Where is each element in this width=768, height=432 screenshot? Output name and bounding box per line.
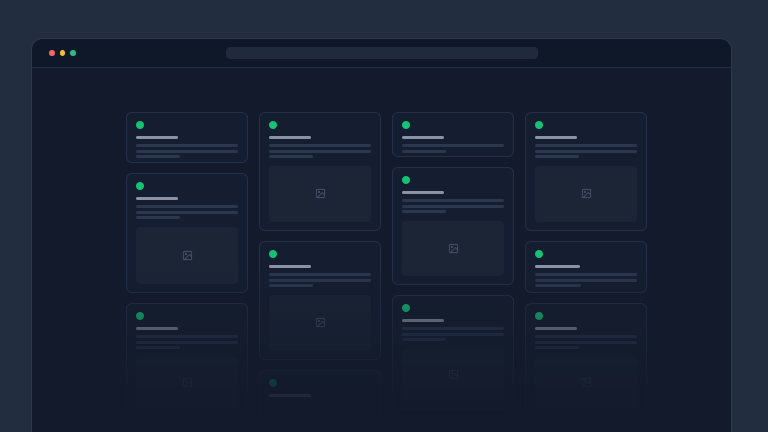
image-icon	[448, 369, 459, 380]
image-placeholder	[269, 166, 371, 223]
image-icon	[315, 317, 326, 328]
board-column	[392, 112, 514, 409]
image-placeholder	[402, 221, 504, 277]
skeleton-title	[535, 136, 577, 139]
skeleton-line	[535, 144, 637, 147]
skeleton-line	[535, 346, 579, 349]
minimize-window-button[interactable]	[60, 50, 66, 56]
skeleton-line	[402, 327, 504, 330]
skeleton-line	[535, 273, 637, 276]
feed-card[interactable]	[126, 173, 248, 293]
skeleton-line	[136, 150, 238, 153]
skeleton-line	[535, 335, 637, 338]
skeleton-title	[269, 136, 311, 139]
skeleton-line	[402, 205, 504, 208]
status-dot	[136, 182, 144, 190]
skeleton-title	[136, 136, 178, 139]
feed-card[interactable]	[259, 241, 381, 360]
board-column	[525, 112, 647, 417]
image-placeholder	[402, 349, 504, 401]
traffic-lights	[49, 50, 76, 56]
status-dot	[136, 312, 144, 320]
status-dot	[535, 250, 543, 258]
status-dot	[535, 121, 543, 129]
skeleton-line	[136, 346, 180, 349]
feed-card[interactable]	[126, 112, 248, 163]
skeleton-line	[136, 335, 238, 338]
skeleton-line	[402, 144, 504, 147]
skeleton-line	[136, 216, 180, 219]
skeleton-line	[402, 210, 446, 213]
feed-card[interactable]	[392, 295, 514, 409]
status-dot	[269, 379, 277, 387]
image-icon	[581, 188, 592, 199]
image-icon	[448, 243, 459, 254]
skeleton-title	[269, 394, 311, 397]
feed-card[interactable]	[126, 303, 248, 417]
feed-card[interactable]	[525, 112, 647, 231]
status-dot	[136, 121, 144, 129]
status-dot	[402, 121, 410, 129]
skeleton-line	[535, 279, 637, 282]
skeleton-line	[269, 155, 313, 158]
url-bar[interactable]	[226, 47, 538, 59]
card-board	[32, 68, 731, 430]
skeleton-line	[535, 155, 579, 158]
skeleton-line	[535, 341, 637, 344]
feed-card[interactable]	[259, 370, 381, 430]
skeleton-line	[269, 279, 371, 282]
browser-titlebar	[32, 39, 731, 68]
skeleton-line	[269, 273, 371, 276]
image-icon	[581, 377, 592, 388]
board-column	[259, 112, 381, 430]
close-window-button[interactable]	[49, 50, 55, 56]
feed-card[interactable]	[259, 112, 381, 231]
skeleton-title	[136, 197, 178, 200]
skeleton-line	[402, 338, 446, 341]
skeleton-title	[402, 319, 444, 322]
image-placeholder	[136, 227, 238, 285]
skeleton-line	[136, 341, 238, 344]
skeleton-line	[269, 144, 371, 147]
skeleton-line	[136, 205, 238, 208]
image-placeholder	[136, 357, 238, 409]
skeleton-line	[535, 150, 637, 153]
skeleton-line	[535, 284, 581, 287]
skeleton-line	[269, 150, 371, 153]
status-dot	[535, 312, 543, 320]
feed-card[interactable]	[525, 241, 647, 293]
skeleton-line	[269, 284, 313, 287]
page-background	[0, 0, 768, 432]
browser-window	[31, 38, 732, 432]
skeleton-line	[136, 155, 180, 158]
skeleton-line	[402, 199, 504, 202]
feed-card[interactable]	[392, 167, 514, 285]
skeleton-title	[402, 191, 444, 194]
feed-card[interactable]	[392, 112, 514, 157]
board-column	[126, 112, 248, 417]
skeleton-line	[136, 144, 238, 147]
skeleton-title	[136, 327, 178, 330]
status-dot	[269, 121, 277, 129]
image-icon	[182, 250, 193, 261]
skeleton-line	[402, 333, 504, 336]
skeleton-title	[269, 265, 311, 268]
image-placeholder	[269, 295, 371, 352]
skeleton-title	[402, 136, 444, 139]
status-dot	[402, 176, 410, 184]
image-placeholder	[535, 357, 637, 409]
skeleton-title	[535, 265, 580, 268]
status-dot	[269, 250, 277, 258]
skeleton-title	[535, 327, 577, 330]
zoom-window-button[interactable]	[70, 50, 76, 56]
image-placeholder	[535, 166, 637, 223]
status-dot	[402, 304, 410, 312]
feed-card[interactable]	[525, 303, 647, 417]
skeleton-line	[136, 211, 238, 214]
image-icon	[182, 377, 193, 388]
image-icon	[315, 188, 326, 199]
skeleton-line	[402, 150, 446, 153]
